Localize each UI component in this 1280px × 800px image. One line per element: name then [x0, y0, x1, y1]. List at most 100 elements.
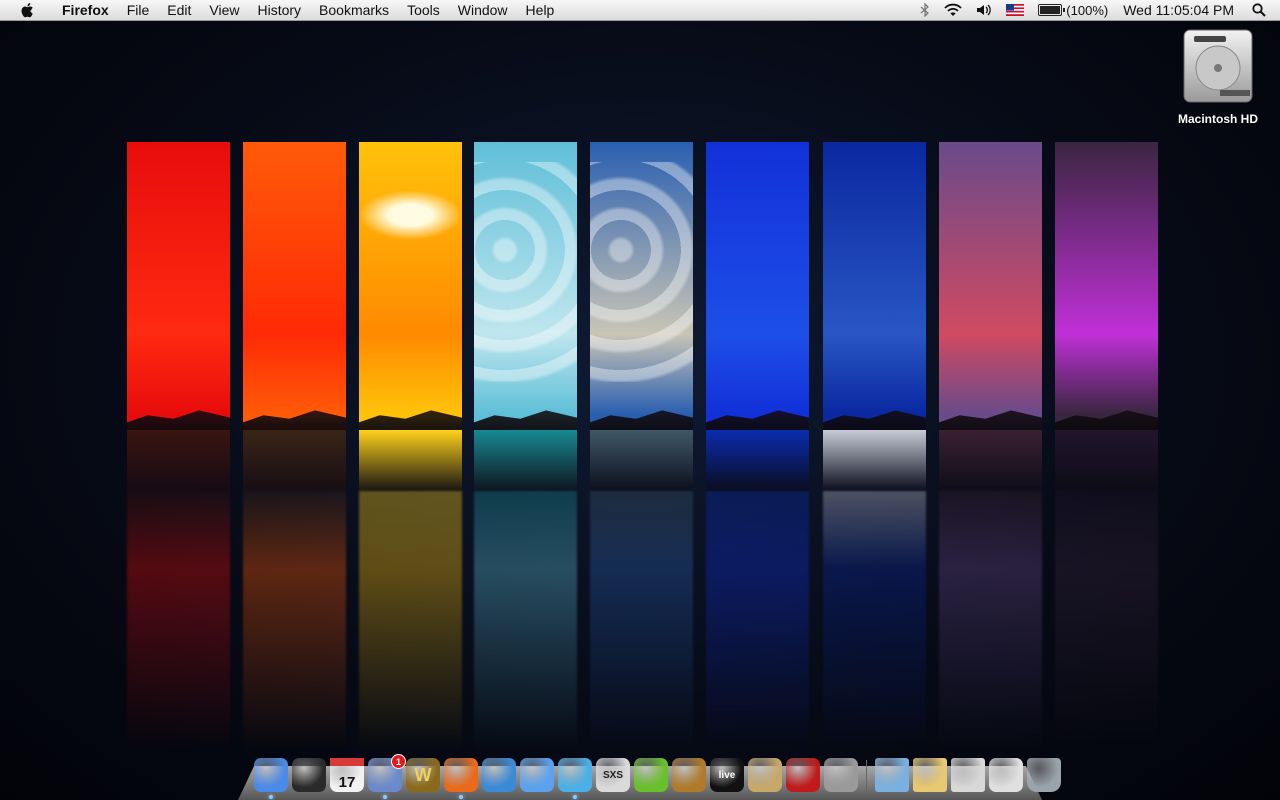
- wallpaper-reflection: [590, 491, 693, 751]
- wifi-icon[interactable]: [937, 0, 969, 21]
- water-surface: [359, 430, 462, 491]
- water-surface: [939, 430, 1042, 491]
- dock-world-of-warcraft[interactable]: W: [406, 758, 440, 792]
- dock-system-preferences[interactable]: [824, 758, 858, 792]
- wallpaper-reflection: [823, 491, 926, 751]
- sun-shape: [359, 190, 462, 240]
- finder-icon: [254, 758, 288, 792]
- snowman-icon: SXS: [602, 769, 623, 781]
- app-menu[interactable]: Firefox: [53, 0, 118, 21]
- folder-icon: [875, 758, 909, 792]
- water-surface: [590, 430, 693, 491]
- volume-icon[interactable]: [969, 0, 999, 21]
- horizon-land: [243, 410, 346, 432]
- dock-downloads-stack[interactable]: [951, 758, 985, 792]
- menu-window[interactable]: Window: [449, 0, 517, 21]
- water-surface: [243, 430, 346, 491]
- wallpaper-strip-navy-snow: [823, 142, 926, 491]
- running-indicator: [573, 795, 577, 799]
- horizon-land: [590, 410, 693, 432]
- iphoto-icon: [748, 758, 782, 792]
- apple-menu-icon[interactable]: [19, 1, 37, 19]
- wallpaper-reflection: [1055, 491, 1158, 751]
- water-surface: [706, 430, 809, 491]
- dock-garageband[interactable]: [672, 758, 706, 792]
- safari-icon: [482, 758, 516, 792]
- wallpaper-strip-deep-blue: [706, 142, 809, 491]
- gear-icon: [824, 758, 858, 792]
- dock-ableton-live[interactable]: live: [710, 758, 744, 792]
- dock-firefox[interactable]: [444, 758, 478, 799]
- dock-safari[interactable]: [482, 758, 516, 792]
- wallpaper-reflection: [243, 491, 346, 751]
- horizon-land: [939, 410, 1042, 432]
- dock-ichat[interactable]: [520, 758, 554, 792]
- dock-finder[interactable]: [254, 758, 288, 799]
- horizon-land: [359, 410, 462, 432]
- macintosh-hd[interactable]: Macintosh HD: [1166, 28, 1270, 126]
- wallpaper-reflection: [474, 491, 577, 751]
- dock-itunes[interactable]: [558, 758, 592, 799]
- spotlight-icon[interactable]: [1246, 0, 1280, 21]
- menu-file[interactable]: File: [118, 0, 159, 21]
- dock-iphoto[interactable]: [748, 758, 782, 792]
- wallpaper-strip-cloudy-blue: [590, 142, 693, 491]
- dock-sxs[interactable]: SXS: [596, 758, 630, 792]
- lime-icon: [634, 758, 668, 792]
- dashboard-icon: [292, 758, 326, 792]
- dock: 17 1 W SXS live: [254, 752, 1065, 799]
- running-indicator: [459, 795, 463, 799]
- menu-history[interactable]: History: [248, 0, 310, 21]
- battery-percentage: (100%): [1066, 2, 1109, 18]
- live-icon: live: [718, 769, 736, 781]
- dock-applications-stack[interactable]: [875, 758, 909, 792]
- trash-icon: [1027, 758, 1061, 792]
- water-surface: [127, 430, 230, 491]
- menu-view[interactable]: View: [200, 0, 248, 21]
- dock-trash[interactable]: [1027, 758, 1061, 792]
- menu-tools[interactable]: Tools: [398, 0, 449, 21]
- firefox-icon: [444, 758, 478, 792]
- wallpaper-strip-purple-dusk: [939, 142, 1042, 491]
- itunes-icon: [558, 758, 592, 792]
- wallpaper-reflection: [359, 491, 462, 751]
- clock[interactable]: Wed 11:05:04 PM: [1115, 0, 1246, 21]
- ichat-icon: [520, 758, 554, 792]
- wallpaper-reflection: [706, 491, 809, 751]
- hard-drive-icon: [1183, 29, 1253, 103]
- bluetooth-icon[interactable]: [913, 0, 937, 21]
- dock-ical[interactable]: 17: [330, 758, 364, 792]
- menu-edit[interactable]: Edit: [158, 0, 200, 21]
- horizon-land: [1055, 410, 1158, 432]
- menu-bar: Firefox File Edit View History Bookmarks…: [0, 0, 1280, 21]
- wallpaper-strip-red-sunset: [127, 142, 230, 491]
- horizon-land: [127, 410, 230, 432]
- wallpaper-strip-teal-sky: [474, 142, 577, 491]
- water-surface: [823, 430, 926, 491]
- battery-status[interactable]: (100%): [1031, 0, 1115, 21]
- menu-bookmarks[interactable]: Bookmarks: [310, 0, 398, 21]
- running-indicator: [383, 795, 387, 799]
- photobooth-icon: [786, 758, 820, 792]
- dock-photo-booth[interactable]: [786, 758, 820, 792]
- dock-mail[interactable]: 1: [368, 754, 406, 799]
- wallpaper-strip-yellow-sunset: [359, 142, 462, 491]
- cloud-shape: [590, 162, 693, 382]
- stack-icon: [989, 758, 1023, 792]
- horizon-land: [706, 410, 809, 432]
- status-area: (100%) Wed 11:05:04 PM: [913, 0, 1280, 21]
- wow-icon: W: [414, 764, 432, 785]
- horizon-land: [823, 410, 926, 432]
- battery-icon: [1038, 4, 1066, 16]
- drive-label: Macintosh HD: [1177, 112, 1258, 126]
- wallpaper-reflection: [127, 491, 230, 751]
- dock-recent-stack[interactable]: [989, 758, 1023, 792]
- wallpaper-reflection: [939, 491, 1042, 751]
- menu-help[interactable]: Help: [517, 0, 564, 21]
- dock-limewire[interactable]: [634, 758, 668, 792]
- running-indicator: [269, 795, 273, 799]
- dock-dashboard[interactable]: [292, 758, 326, 792]
- us-flag-icon[interactable]: [999, 0, 1031, 21]
- dock-documents-stack[interactable]: [913, 758, 947, 792]
- folder-icon: [913, 758, 947, 792]
